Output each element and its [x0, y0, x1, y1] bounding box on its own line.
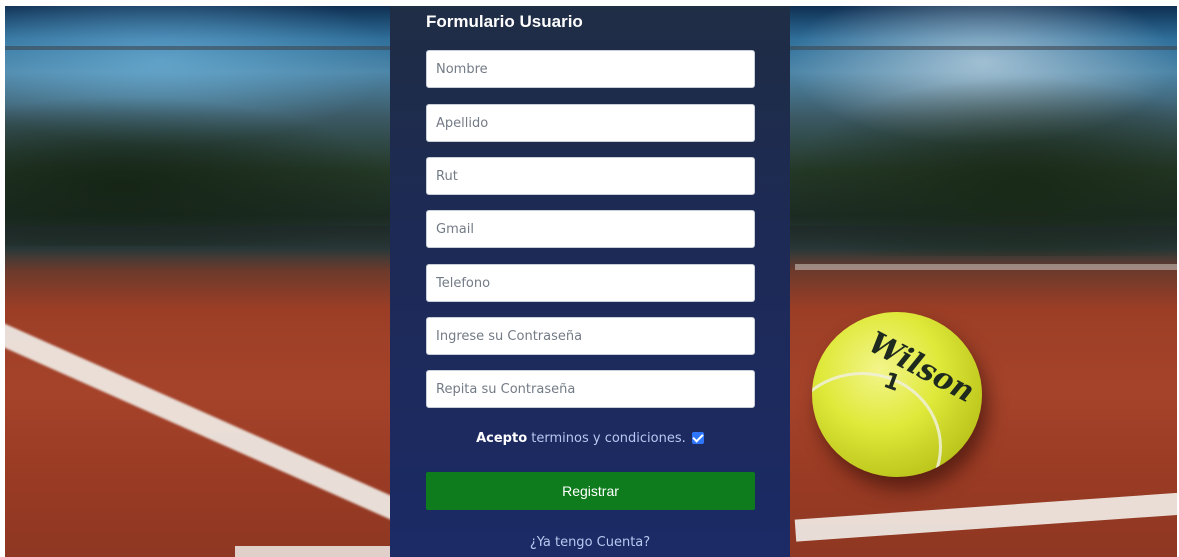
court-line-right	[794, 492, 1177, 542]
tennis-ball-image: Wilson 1	[812, 312, 982, 477]
password-input[interactable]	[426, 317, 755, 355]
page: Wilson 1 Formulario Usuario Acepto termi…	[0, 0, 1179, 557]
register-button[interactable]: Registrar	[426, 472, 755, 510]
gmail-input[interactable]	[426, 210, 755, 248]
rut-input[interactable]	[426, 157, 755, 195]
terms-accept-label: Acepto	[476, 431, 528, 446]
form-title: Formulario Usuario	[426, 12, 583, 31]
registration-form-panel: Formulario Usuario Acepto terminos y con…	[390, 6, 790, 557]
court-baseline-right	[795, 264, 1177, 270]
apellido-input[interactable]	[426, 104, 755, 142]
terms-link[interactable]: terminos y condiciones.	[531, 431, 685, 446]
terms-row: Acepto terminos y condiciones.	[390, 431, 790, 446]
court-line-bottom-left	[235, 546, 405, 557]
have-account-link[interactable]: ¿Ya tengo Cuenta?	[390, 535, 790, 550]
telefono-input[interactable]	[426, 264, 755, 302]
terms-checkbox[interactable]	[691, 432, 704, 444]
nombre-input[interactable]	[426, 50, 755, 88]
court-line-left	[5, 306, 404, 522]
background-trees-left	[5, 96, 395, 246]
password-confirm-input[interactable]	[426, 370, 755, 408]
